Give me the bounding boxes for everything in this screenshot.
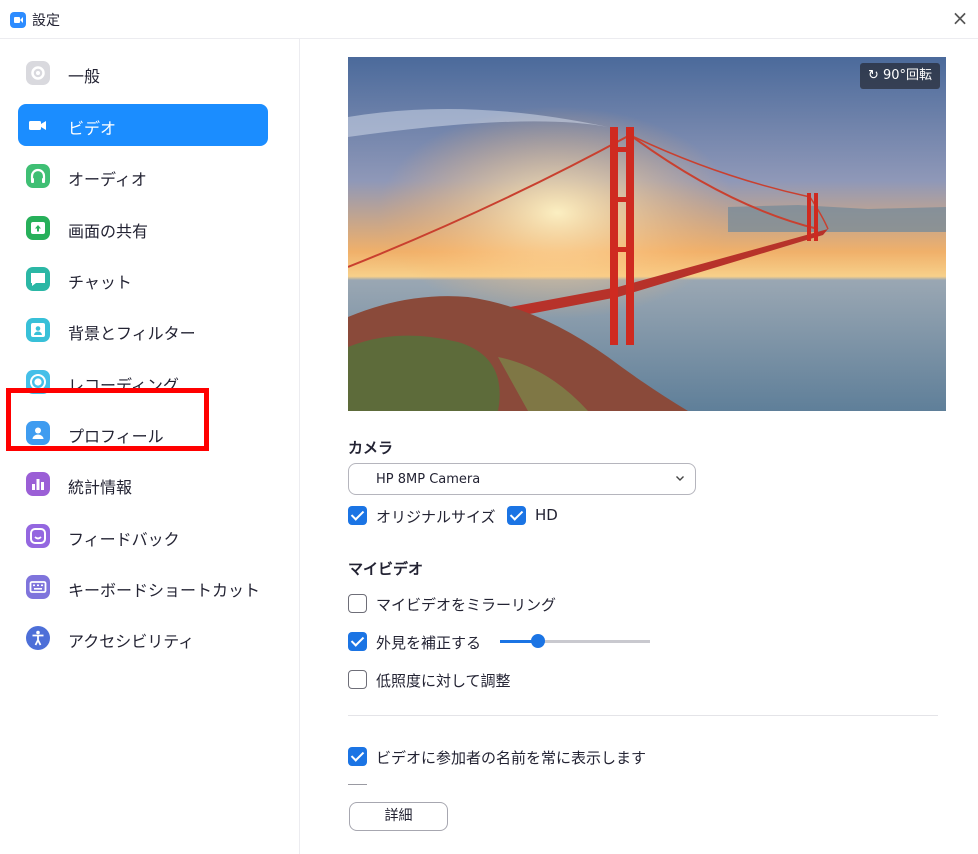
camera-section-label: カメラ [348, 439, 394, 457]
original-size-label: オリジナルサイズ [376, 508, 496, 526]
sidebar-item-share-screen[interactable]: 画面の共有 [18, 207, 268, 249]
checkbox-unchecked-icon [348, 594, 367, 613]
checkbox-checked-icon [507, 506, 526, 525]
low-light-label: 低照度に対して調整 [376, 672, 511, 690]
always-show-names-checkbox[interactable]: ビデオに参加者の名前を常に表示します [348, 746, 648, 770]
window-title: 設定 [32, 13, 60, 29]
sidebar-item-label: プロフィール [68, 427, 164, 446]
sidebar-item-label: 一般 [68, 67, 101, 86]
sidebar-item-statistics[interactable]: 統計情報 [18, 463, 268, 505]
slider-thumb[interactable] [530, 634, 545, 648]
checkbox-unchecked-icon [348, 670, 367, 689]
mirror-video-label: マイビデオをミラーリング [376, 596, 557, 614]
sidebar-item-recording[interactable]: レコーディング [18, 361, 268, 403]
sidebar-item-profile[interactable]: プロフィール [18, 412, 268, 454]
checkbox-checked-icon [348, 632, 367, 651]
camera-select-value: HP 8MP Camera [376, 472, 481, 487]
title-bar: 設定 × [0, 0, 978, 38]
sidebar-item-keyboard-shortcuts[interactable]: キーボードショートカット [18, 566, 268, 608]
keyboard-icon [26, 575, 50, 599]
my-video-section-label: マイビデオ [348, 560, 424, 578]
profile-icon [26, 421, 50, 445]
statistics-icon [26, 472, 50, 496]
share-screen-icon [26, 216, 50, 240]
section-divider [348, 715, 938, 716]
rotate-90-button[interactable]: ↻ 90°回転 [860, 63, 940, 89]
sidebar-item-label: レコーディング [68, 376, 179, 395]
chevron-down-icon [676, 476, 684, 481]
sidebar-item-accessibility[interactable]: アクセシビリティ [18, 617, 268, 659]
headphones-icon [26, 164, 50, 188]
settings-sidebar: 一般 ビデオ オーディオ 画面の共有 チャット 背景とフィルター レコーディング… [0, 39, 300, 854]
close-button[interactable]: × [948, 6, 972, 30]
original-size-checkbox[interactable]: オリジナルサイズ [348, 505, 496, 529]
sidebar-item-label: 統計情報 [68, 478, 133, 497]
preview-image [348, 57, 946, 411]
sidebar-item-label: チャット [68, 273, 132, 292]
sidebar-item-label: オーディオ [68, 170, 147, 189]
camera-select[interactable]: HP 8MP Camera [348, 463, 696, 495]
sidebar-item-label: キーボードショートカット [68, 581, 261, 600]
hd-checkbox[interactable]: HD [507, 505, 567, 529]
touch-up-appearance-label: 外見を補正する [376, 634, 482, 652]
feedback-smile-icon [26, 524, 50, 548]
chat-bubble-icon [26, 267, 50, 291]
sidebar-item-background-filter[interactable]: 背景とフィルター [18, 309, 268, 351]
sidebar-item-label: フィードバック [68, 530, 180, 549]
record-icon [26, 370, 50, 394]
gear-icon [26, 61, 50, 85]
always-show-names-label: ビデオに参加者の名前を常に表示します [376, 749, 647, 767]
touch-up-appearance-checkbox[interactable]: 外見を補正する [348, 631, 488, 655]
checkbox-checked-icon [348, 506, 367, 525]
partially-hidden-checkbox [348, 784, 367, 787]
sidebar-item-general[interactable]: 一般 [18, 52, 268, 94]
sidebar-item-video[interactable]: ビデオ [18, 104, 268, 146]
hd-label: HD [535, 506, 558, 524]
details-button[interactable]: 詳細 [349, 802, 448, 831]
rotate-icon: ↻ [868, 68, 879, 83]
accessibility-icon [26, 626, 50, 650]
sidebar-item-audio[interactable]: オーディオ [18, 155, 268, 197]
sidebar-item-label: 背景とフィルター [68, 324, 196, 343]
sidebar-item-feedback[interactable]: フィードバック [18, 515, 268, 557]
sidebar-item-chat[interactable]: チャット [18, 258, 268, 300]
background-person-icon [26, 318, 50, 342]
video-camera-icon [26, 113, 50, 137]
low-light-checkbox[interactable]: 低照度に対して調整 [348, 669, 528, 693]
sidebar-item-label: アクセシビリティ [68, 632, 195, 651]
sidebar-item-label: 画面の共有 [68, 222, 149, 241]
touch-up-slider[interactable] [500, 634, 650, 648]
sidebar-item-label: ビデオ [68, 119, 117, 138]
checkbox-checked-icon [348, 747, 367, 766]
camera-preview: ↻ 90°回転 [348, 57, 946, 411]
zoom-logo-icon [10, 12, 26, 28]
mirror-video-checkbox[interactable]: マイビデオをミラーリング [348, 593, 556, 617]
